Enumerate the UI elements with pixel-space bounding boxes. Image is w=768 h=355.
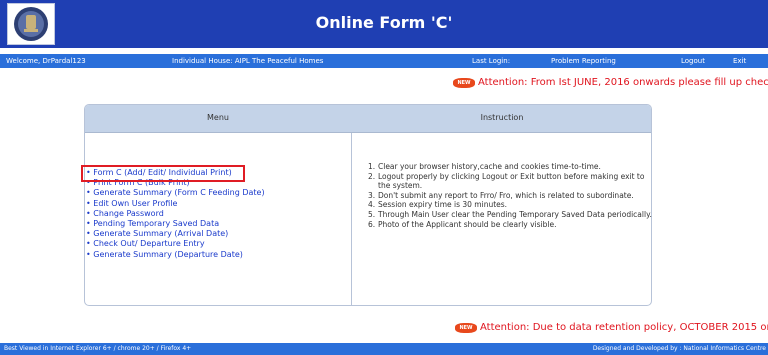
last-login-text: Last Login: (472, 57, 511, 65)
welcome-text: Welcome, DrPardal123 (6, 57, 86, 65)
highlight-box (81, 165, 245, 182)
menu-item-pending-saved-data[interactable]: Pending Temporary Saved Data (86, 219, 336, 229)
menu-item-summary-arrival-date[interactable]: Generate Summary (Arrival Date) (86, 229, 336, 239)
instruction-item: 1. Clear your browser history,cache and c… (368, 162, 601, 171)
menu-item-summary-departure-date[interactable]: Generate Summary (Departure Date) (86, 250, 336, 260)
attention-notice-text: Attention: Due to data retention policy,… (480, 322, 768, 333)
panel-divider (351, 133, 352, 305)
user-info-bar: Welcome, DrPardal123 Individual House: A… (0, 54, 768, 68)
new-badge-icon: NEW (453, 77, 475, 88)
instruction-item: 6. Photo of the Applicant should be clear… (368, 219, 557, 229)
logout-link[interactable]: Logout (681, 57, 705, 65)
attention-notice-bottom: NEW Attention: Due to data retention pol… (455, 322, 768, 333)
instruction-item: 2. Logout properly by clicking Logout or … (368, 171, 645, 191)
header-bar: Online Form 'C' (0, 0, 768, 48)
instruction-list: 1. Clear your browser history,cache and c… (368, 162, 653, 229)
attention-notice-top: NEW Attention: From Ist JUNE, 2016 onwar… (453, 77, 768, 88)
instruction-heading: Instruction (480, 113, 524, 122)
menu-item-summary-feeding-date[interactable]: Generate Summary (Form C Feeding Date) (86, 188, 336, 198)
exit-link[interactable]: Exit (733, 57, 746, 65)
new-badge-icon: NEW (455, 322, 477, 333)
page-title: Online Form 'C' (315, 13, 453, 32)
instruction-item: 3. Don't submit any report to Frro/ Fro, … (368, 190, 634, 200)
instruction-item: 5. Through Main User clear the Pending Te… (368, 209, 652, 219)
footer-bar: Best Viewed in Internet Explorer 6+ / ch… (0, 343, 768, 355)
developer-credit-text: Designed and Developed by : National Inf… (592, 345, 766, 352)
menu-item-change-password[interactable]: Change Password (86, 209, 336, 219)
menu-item-check-out-entry[interactable]: Check Out/ Departure Entry (86, 239, 336, 249)
individual-house-text: Individual House: AIPL The Peaceful Home… (172, 57, 324, 65)
attention-notice-text: Attention: From Ist JUNE, 2016 onwards p… (478, 77, 768, 88)
problem-reporting-link[interactable]: Problem Reporting (551, 57, 616, 65)
menu-heading: Menu (207, 113, 229, 122)
instruction-item: 4. Session expiry time is 30 minutes. (368, 200, 508, 210)
menu-item-edit-profile[interactable]: Edit Own User Profile (86, 199, 336, 209)
panel-header: Menu Instruction (85, 105, 651, 133)
browser-compat-text: Best Viewed in Internet Explorer 6+ / ch… (4, 345, 192, 352)
